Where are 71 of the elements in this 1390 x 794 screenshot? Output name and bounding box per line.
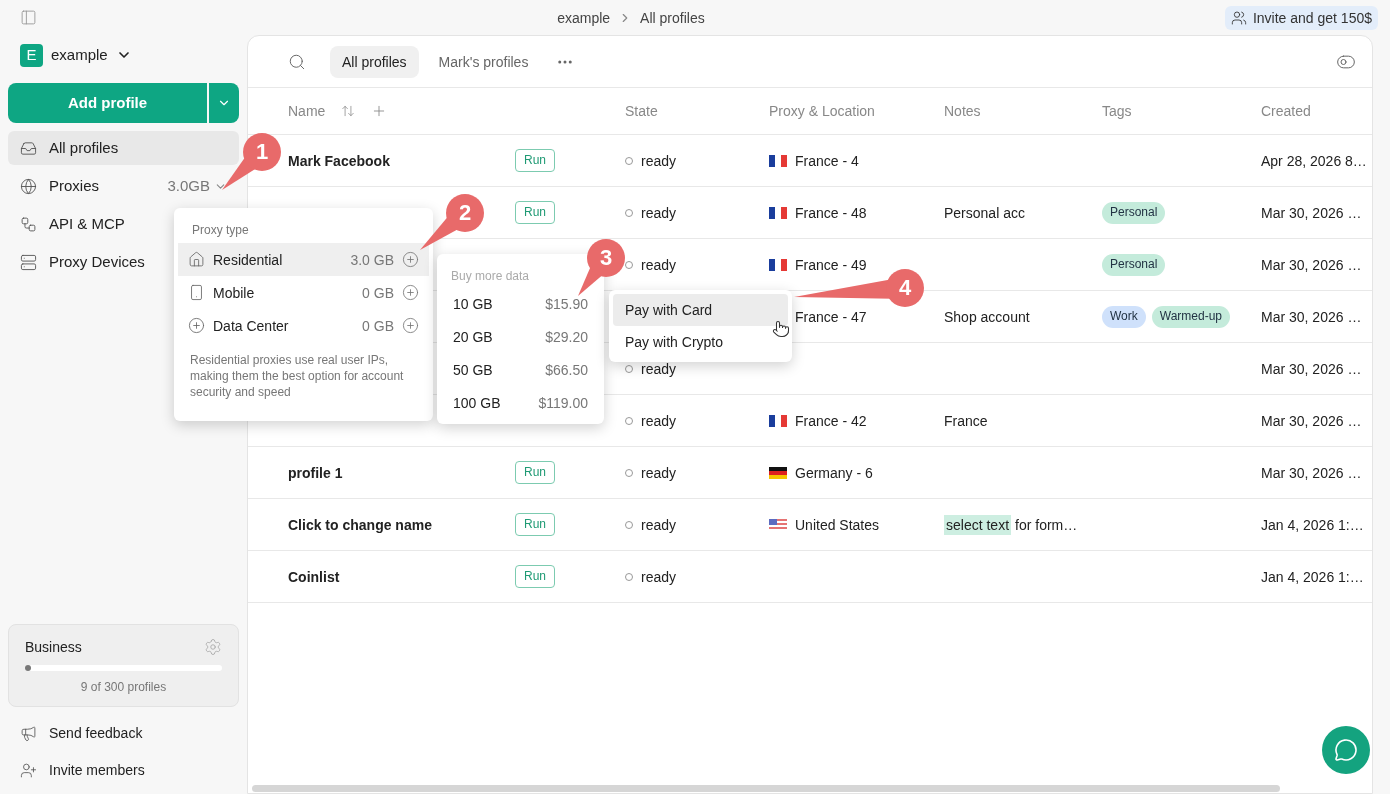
column-header[interactable]: Proxy & Location (769, 101, 944, 121)
run-button[interactable]: Run (515, 513, 555, 537)
proxy-type-item[interactable]: Residential 3.0 GB (178, 243, 429, 277)
created-date: Mar 30, 2026 … (1261, 359, 1363, 379)
plan-name: Business (25, 637, 82, 657)
run-button[interactable]: Run (515, 149, 555, 173)
payment-option[interactable]: Pay with Crypto (613, 326, 788, 358)
column-header[interactable]: Created (1261, 101, 1372, 121)
sidebar-link[interactable]: Invite members (8, 758, 239, 782)
proxy-location: United States (795, 515, 880, 535)
created-date: Mar 30, 2026 … (1261, 463, 1363, 483)
proxy-location: Germany - 6 (795, 463, 873, 483)
created-date: Mar 30, 2026 … (1261, 203, 1363, 223)
tag: Warmed-up (1151, 305, 1231, 328)
created-date: Mar 30, 2026 … (1261, 255, 1363, 275)
sidebar-item[interactable]: All profiles (8, 131, 239, 165)
state-text: ready (641, 463, 677, 483)
menu-title: Proxy type (191, 222, 250, 239)
data-package-item[interactable]: 50 GB $66.50 (437, 353, 604, 387)
workspace-avatar: E (20, 43, 43, 67)
payment-option[interactable]: Pay with Card (613, 294, 788, 326)
proxy-type-item[interactable]: Data Center 0 GB (178, 309, 429, 343)
state-text: ready (641, 255, 677, 275)
run-button[interactable]: Run (515, 201, 555, 225)
profile-name[interactable]: profile 1 (288, 464, 343, 481)
note-text: for form… (1015, 515, 1078, 535)
profile-name[interactable]: Coinlist (288, 568, 340, 585)
state-text: ready (641, 359, 677, 379)
workspace-switcher[interactable]: E example (20, 43, 239, 67)
state-text: ready (641, 515, 677, 535)
proxy-note: Residential proxies use real user IPs, making them the best option for account security and speed (189, 352, 405, 401)
created-date: Jan 4, 2026 1:… (1261, 567, 1365, 587)
usage-text: 9 of 300 profiles (79, 678, 168, 696)
proxy-location: France - 4 (795, 151, 859, 171)
profile-name[interactable]: Click to change name (288, 516, 432, 533)
tag: Work (1102, 305, 1146, 328)
view-tab[interactable]: Mark's profiles (426, 45, 541, 78)
menu-title: Buy more data (450, 268, 531, 285)
tag: Personal (1102, 201, 1166, 224)
proxy-location: France - 48 (795, 203, 867, 223)
run-button[interactable]: Run (515, 565, 555, 589)
invite-button[interactable]: Invite and get 150$ (1224, 5, 1378, 30)
breadcrumb-item[interactable]: example (557, 7, 611, 28)
column-header[interactable]: Notes (944, 101, 1102, 121)
state-text: ready (641, 567, 677, 587)
column-header[interactable]: State (625, 101, 769, 121)
note-text: Personal acc (944, 203, 1025, 223)
profile-name[interactable]: Mark Facebook (288, 152, 390, 169)
view-tab[interactable]: All profiles (330, 45, 419, 78)
proxy-location: France - 47 (795, 307, 867, 327)
state-text: ready (641, 151, 677, 171)
created-date: Apr 28, 2026 8… (1261, 151, 1368, 171)
workspace-name: example (51, 45, 108, 66)
note-text: France (944, 411, 988, 431)
breadcrumb-item[interactable]: All profiles (640, 7, 705, 28)
created-date: Mar 30, 2026 … (1261, 307, 1363, 327)
data-package-item[interactable]: 100 GB $119.00 (437, 386, 604, 420)
state-text: ready (641, 203, 677, 223)
state-text: ready (641, 411, 677, 431)
note-text: Shop account (944, 307, 1030, 327)
run-button[interactable]: Run (515, 461, 555, 485)
created-date: Mar 30, 2026 … (1261, 411, 1363, 431)
proxy-type-item[interactable]: Mobile 0 GB (178, 276, 429, 310)
column-header[interactable]: Tags (1102, 101, 1261, 121)
proxy-location: France - 42 (795, 411, 867, 431)
created-date: Jan 4, 2026 1:… (1261, 515, 1365, 535)
sidebar-link[interactable]: Send feedback (8, 721, 239, 745)
data-package-item[interactable]: 20 GB $29.20 (437, 320, 604, 354)
note-text: select text (944, 514, 1012, 535)
column-header[interactable]: Name (288, 101, 326, 121)
tag: Personal (1102, 253, 1166, 276)
